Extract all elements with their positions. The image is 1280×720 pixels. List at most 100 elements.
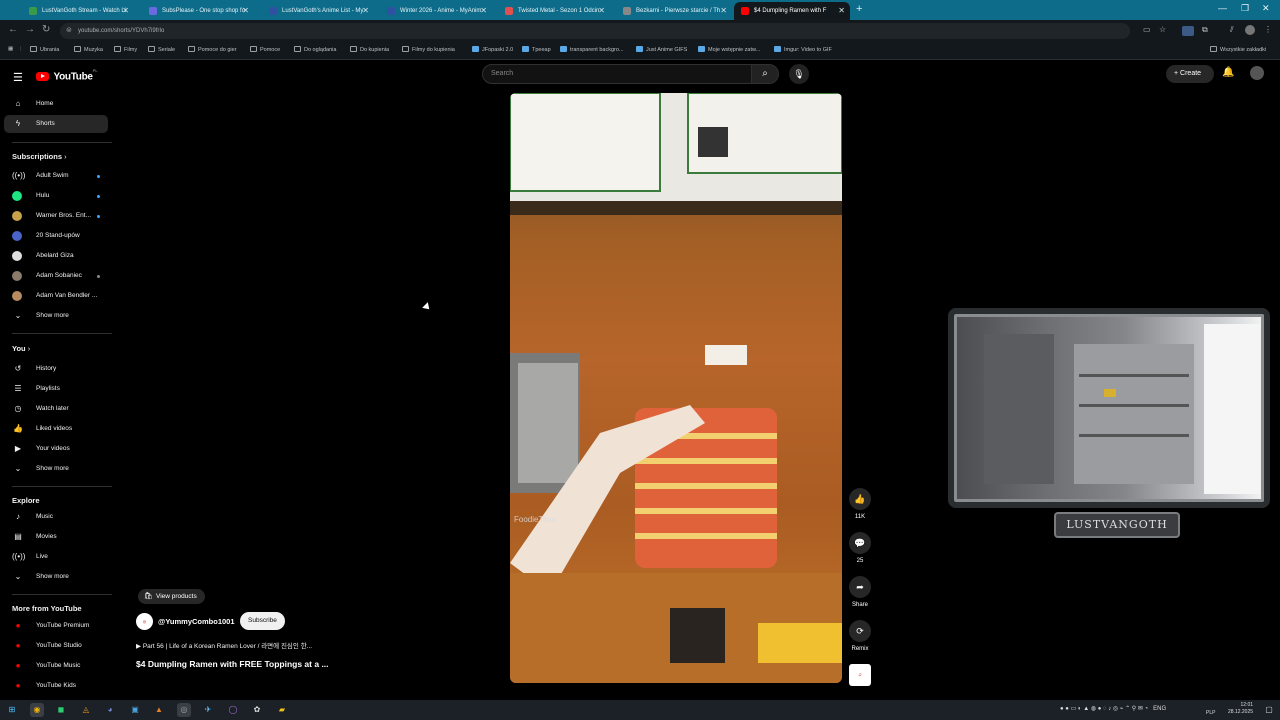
playlist-link[interactable]: ▶ Part 56 | Life of a Korean Ramen Lover… [136, 640, 312, 650]
profile-icon[interactable] [1245, 25, 1255, 35]
close-icon[interactable]: ✕ [480, 2, 487, 20]
all-bookmarks-folder[interactable]: Wszystkie zakładki [1210, 46, 1266, 53]
bookmark-folder[interactable]: Pomoce [250, 46, 280, 53]
steam-icon[interactable]: ✈ [201, 703, 215, 717]
forward-icon[interactable]: → [25, 24, 35, 35]
sidebar-item-youtube-music[interactable]: ● YouTube Music [4, 657, 108, 675]
voice-search-button[interactable]: 🎙 [789, 64, 809, 84]
sidebar-item-subscription[interactable]: Adam Sobaniec [4, 267, 108, 285]
subscriptions-header[interactable]: Subscriptions › [12, 152, 67, 161]
close-icon[interactable]: ✕ [838, 2, 845, 20]
reload-icon[interactable]: ↻ [42, 24, 50, 35]
search-input[interactable]: Search [482, 64, 752, 84]
close-window-icon[interactable]: ✕ [1262, 3, 1270, 14]
browser-menu-icon[interactable]: ⋮ [1264, 25, 1272, 34]
search-button[interactable]: ⌕ [751, 64, 779, 84]
bookmark-folder[interactable]: Pomoce do gier [188, 46, 237, 53]
browser-tab[interactable]: Bezkarni - Pierwsze starcie / Th ✕ [616, 2, 732, 20]
close-icon[interactable]: ✕ [362, 2, 369, 20]
system-tray[interactable]: ● ● ▭ ◐ ▲ ◍ ● ◌ ♪ ◎ ⌁ ⌃ ⚲ ✉ ◔ ENG [1060, 705, 1166, 712]
subscribe-button[interactable]: Subscribe [240, 612, 285, 630]
sidebar-item-your-videos[interactable]: ▶ Your videos [4, 440, 108, 458]
view-products-button[interactable]: 🛍 View products [138, 589, 205, 604]
sidebar-item-music[interactable]: ♪ Music [4, 508, 108, 526]
sidebar-item-subscription[interactable]: 20 Stand-upów [4, 227, 108, 245]
sidebar-item-youtube-studio[interactable]: ● YouTube Studio [4, 637, 108, 655]
sidebar-item-youtube-premium[interactable]: ● YouTube Premium [4, 617, 108, 635]
create-button[interactable]: + Create [1166, 65, 1214, 83]
browser-tab-active[interactable]: $4 Dumpling Ramen with F ✕ [734, 2, 850, 20]
sidebar-item-movies[interactable]: ▤ Movies [4, 528, 108, 546]
browser-tab[interactable]: Winter 2026 - Anime - MyAnim ✕ [380, 2, 492, 20]
sidebar-item-playlists[interactable]: ☰ Playlists [4, 380, 108, 398]
sidebar-item-subscription[interactable]: Warner Bros. Ent... [4, 207, 108, 225]
sidebar-item-home[interactable]: ⌂ Home [4, 95, 108, 113]
sidebar-item-youtube-kids[interactable]: ● YouTube Kids [4, 677, 108, 695]
bookmark-folder[interactable]: Do kupienia [350, 46, 389, 53]
close-icon[interactable]: ✕ [242, 2, 249, 20]
close-icon[interactable]: ✕ [598, 2, 605, 20]
file-explorer-icon[interactable]: ▰ [275, 703, 289, 717]
sidebar-item-liked-videos[interactable]: 👍 Liked videos [4, 420, 108, 438]
account-avatar[interactable] [1250, 66, 1264, 80]
video-title[interactable]: $4 Dumpling Ramen with FREE Toppings at … [136, 659, 329, 669]
extension-icon[interactable] [1182, 26, 1194, 36]
share-button[interactable]: ➦ Share [848, 576, 872, 608]
notification-center-icon[interactable]: ▢ [1262, 703, 1276, 717]
browser-tab[interactable]: LustVanGoth Stream - Watch Li ✕ [22, 2, 134, 20]
vlc-icon[interactable]: ▲ [152, 703, 166, 717]
obs-icon[interactable]: ◯ [226, 703, 240, 717]
bookmark-link[interactable]: Tpeeap [522, 46, 551, 53]
channel-name[interactable]: @YummyCombo1001 [158, 617, 235, 626]
sidebar-item-shorts[interactable]: ϟ Shorts [4, 115, 108, 133]
sidebar-item-live[interactable]: ((•)) Live [4, 548, 108, 566]
sidebar-item-watch-later[interactable]: ◷ Watch later [4, 400, 108, 418]
show-more-you[interactable]: ⌄ Show more [4, 460, 108, 478]
close-icon[interactable]: ✕ [122, 2, 129, 20]
spotify-icon[interactable]: ◼ [54, 703, 68, 717]
sidebar-item-subscription[interactable]: ((•)) Adult Swim [4, 167, 108, 185]
show-more-subscriptions[interactable]: ⌄ Show more [4, 307, 108, 325]
browser-tab[interactable]: Twisted Metal - Sezon 1 Odcin ✕ [498, 2, 610, 20]
bookmark-star-icon[interactable]: ☆ [1159, 25, 1166, 34]
shorts-video-player[interactable] [510, 93, 842, 683]
bookmark-link[interactable]: JFopaski 2.0 [472, 46, 513, 53]
bookmark-link[interactable]: Moje wstępnie zatw... [698, 46, 760, 53]
browser-tab[interactable]: LustVanGoth's Anime List - My ✕ [262, 2, 374, 20]
sidebar-item-history[interactable]: ↺ History [4, 360, 108, 378]
you-header[interactable]: You › [12, 344, 30, 353]
sound-button[interactable]: ♫ [848, 664, 872, 686]
channel-avatar[interactable]: ◎ [136, 613, 153, 630]
back-icon[interactable]: ← [8, 24, 18, 35]
app-icon[interactable]: ◬ [79, 703, 93, 717]
bookmark-link[interactable]: transparent backgro... [560, 46, 624, 53]
browser-tab[interactable]: SubsPlease - One stop shop fo ✕ [142, 2, 254, 20]
bookmark-folder[interactable]: Filmy do kupienia [402, 46, 455, 53]
bookmark-folder[interactable]: Muzyka [74, 46, 103, 53]
like-button[interactable]: 👍 11K [848, 488, 872, 520]
url-input[interactable]: ⊜ youtube.com/shorts/YDVh7i9frIo [60, 23, 1130, 39]
bookmark-folder[interactable]: Seriale [148, 46, 175, 53]
minimize-icon[interactable]: — [1218, 3, 1227, 13]
new-tab-button[interactable]: + [856, 3, 862, 15]
apps-icon[interactable]: ▦ [8, 46, 13, 52]
extensions-icon[interactable]: ⧉ [1202, 25, 1208, 35]
remix-button[interactable]: ⟳ Remix [848, 620, 872, 652]
app-icon[interactable]: ▣ [128, 703, 142, 717]
site-info-icon[interactable]: ⊜ [66, 23, 72, 39]
bookmark-link[interactable]: Imgur: Video to GIF [774, 46, 832, 53]
bookmark-folder[interactable]: Filmy [114, 46, 137, 53]
hamburger-menu-icon[interactable]: ☰ [13, 71, 23, 84]
app-icon[interactable]: ◎ [177, 703, 191, 717]
restore-icon[interactable]: ❐ [1241, 3, 1249, 14]
discord-icon[interactable]: ◕ [103, 703, 117, 717]
sidebar-item-subscription[interactable]: Hulu [4, 187, 108, 205]
sidebar-icon[interactable]: ⫽ [1230, 25, 1234, 35]
app-icon[interactable]: ✿ [250, 703, 264, 717]
sidebar-item-subscription[interactable]: Adam Van Bendler ... [4, 287, 108, 305]
taskbar-clock[interactable]: 12:01 28.12.2025 [1228, 702, 1253, 716]
cast-icon[interactable]: ▭ [1143, 25, 1151, 34]
comments-button[interactable]: 💬 25 [848, 532, 872, 564]
windows-start-icon[interactable]: ⊞ [5, 703, 19, 717]
sidebar-item-subscription[interactable]: Abelard Giza [4, 247, 108, 265]
